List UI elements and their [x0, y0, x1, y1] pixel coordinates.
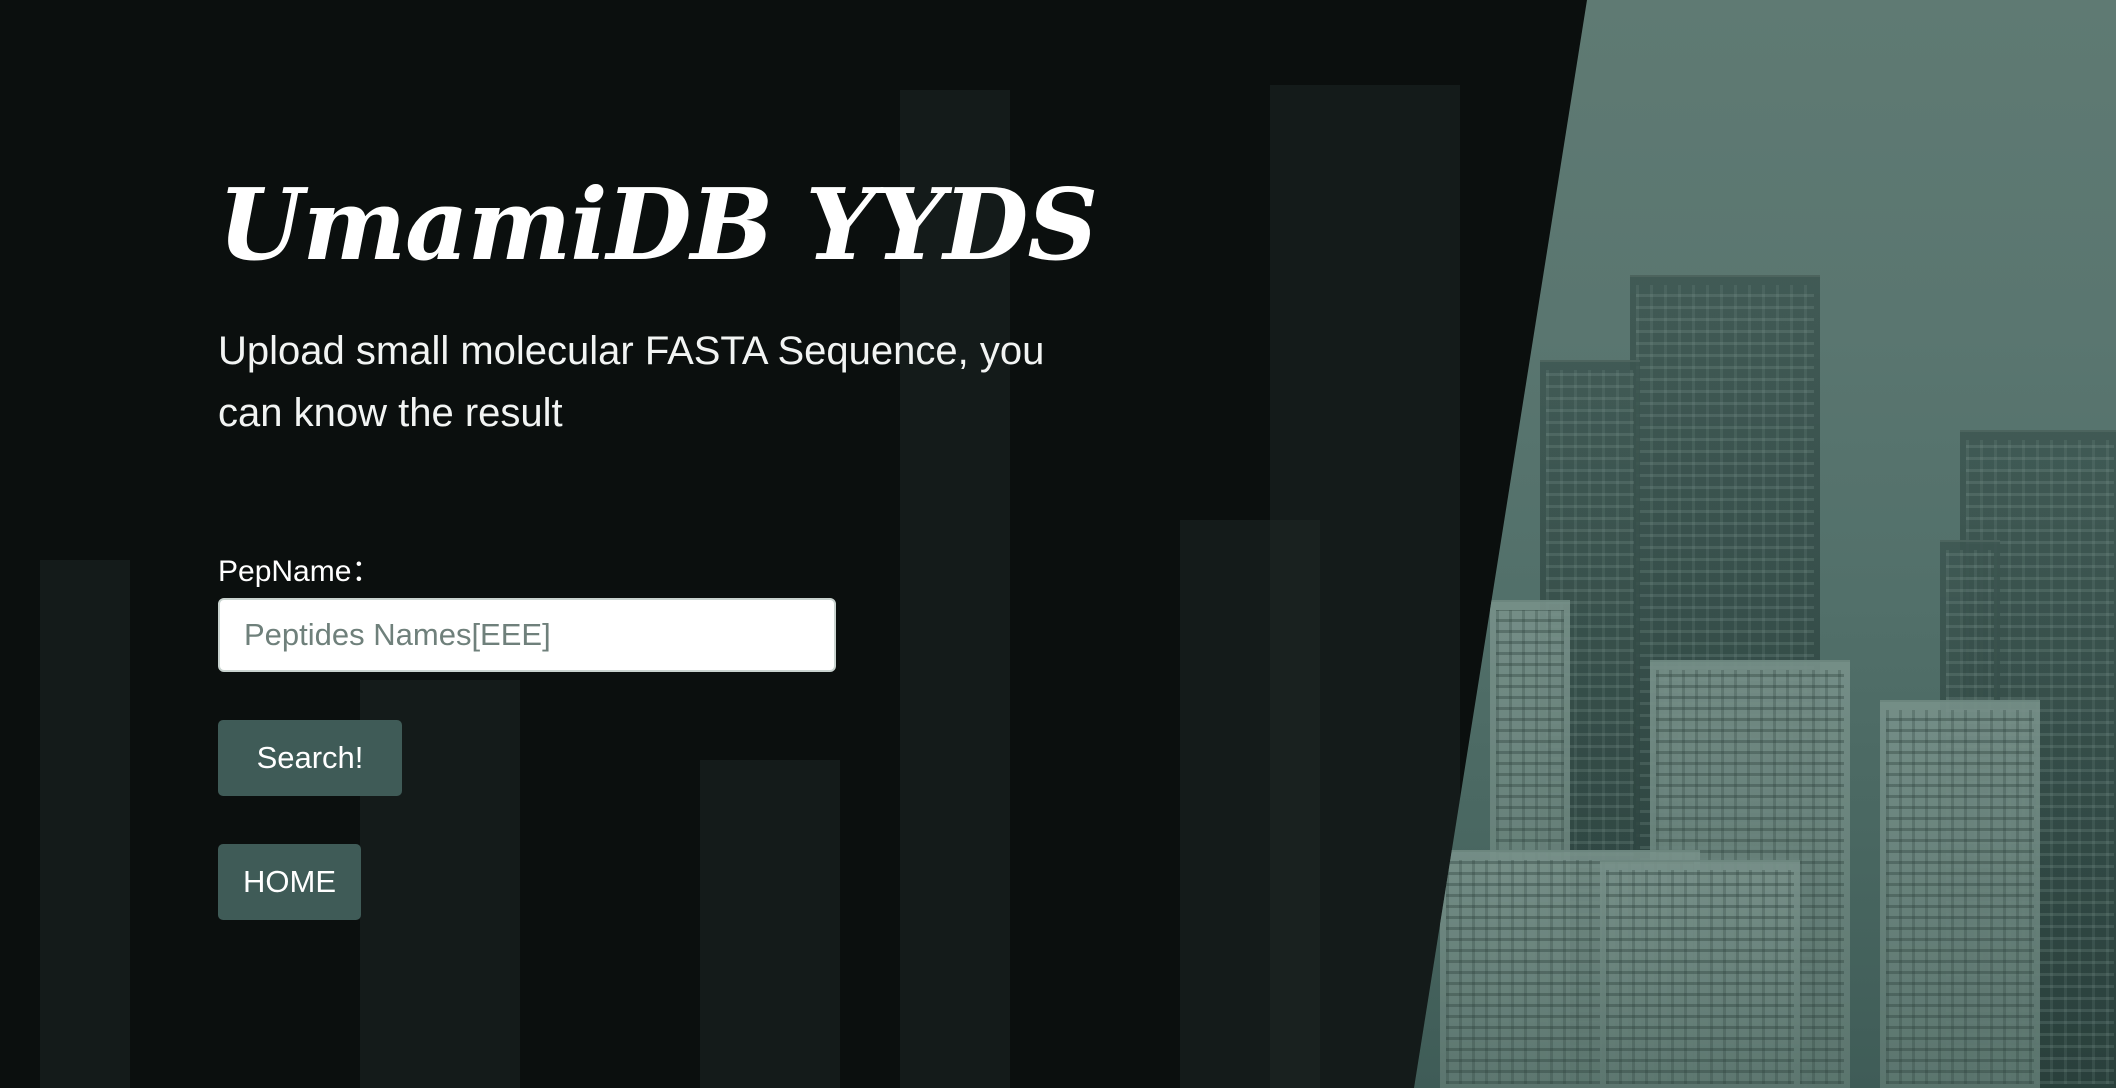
search-button[interactable]: Search! — [218, 720, 402, 796]
pepname-input[interactable] — [218, 598, 836, 672]
page-title: UmamiDB YYDS — [218, 168, 1098, 283]
page-subtitle: Upload small molecular FASTA Sequence, y… — [218, 329, 1045, 435]
pepname-label: PepName： — [218, 555, 382, 588]
search-form: PepName： Search! HOME — [218, 548, 836, 920]
page: UmamiDB YYDS Upload small molecular FAST… — [0, 0, 2116, 1088]
home-button[interactable]: HOME — [218, 844, 361, 920]
hero-section: UmamiDB YYDS Upload small molecular FAST… — [218, 168, 1118, 444]
